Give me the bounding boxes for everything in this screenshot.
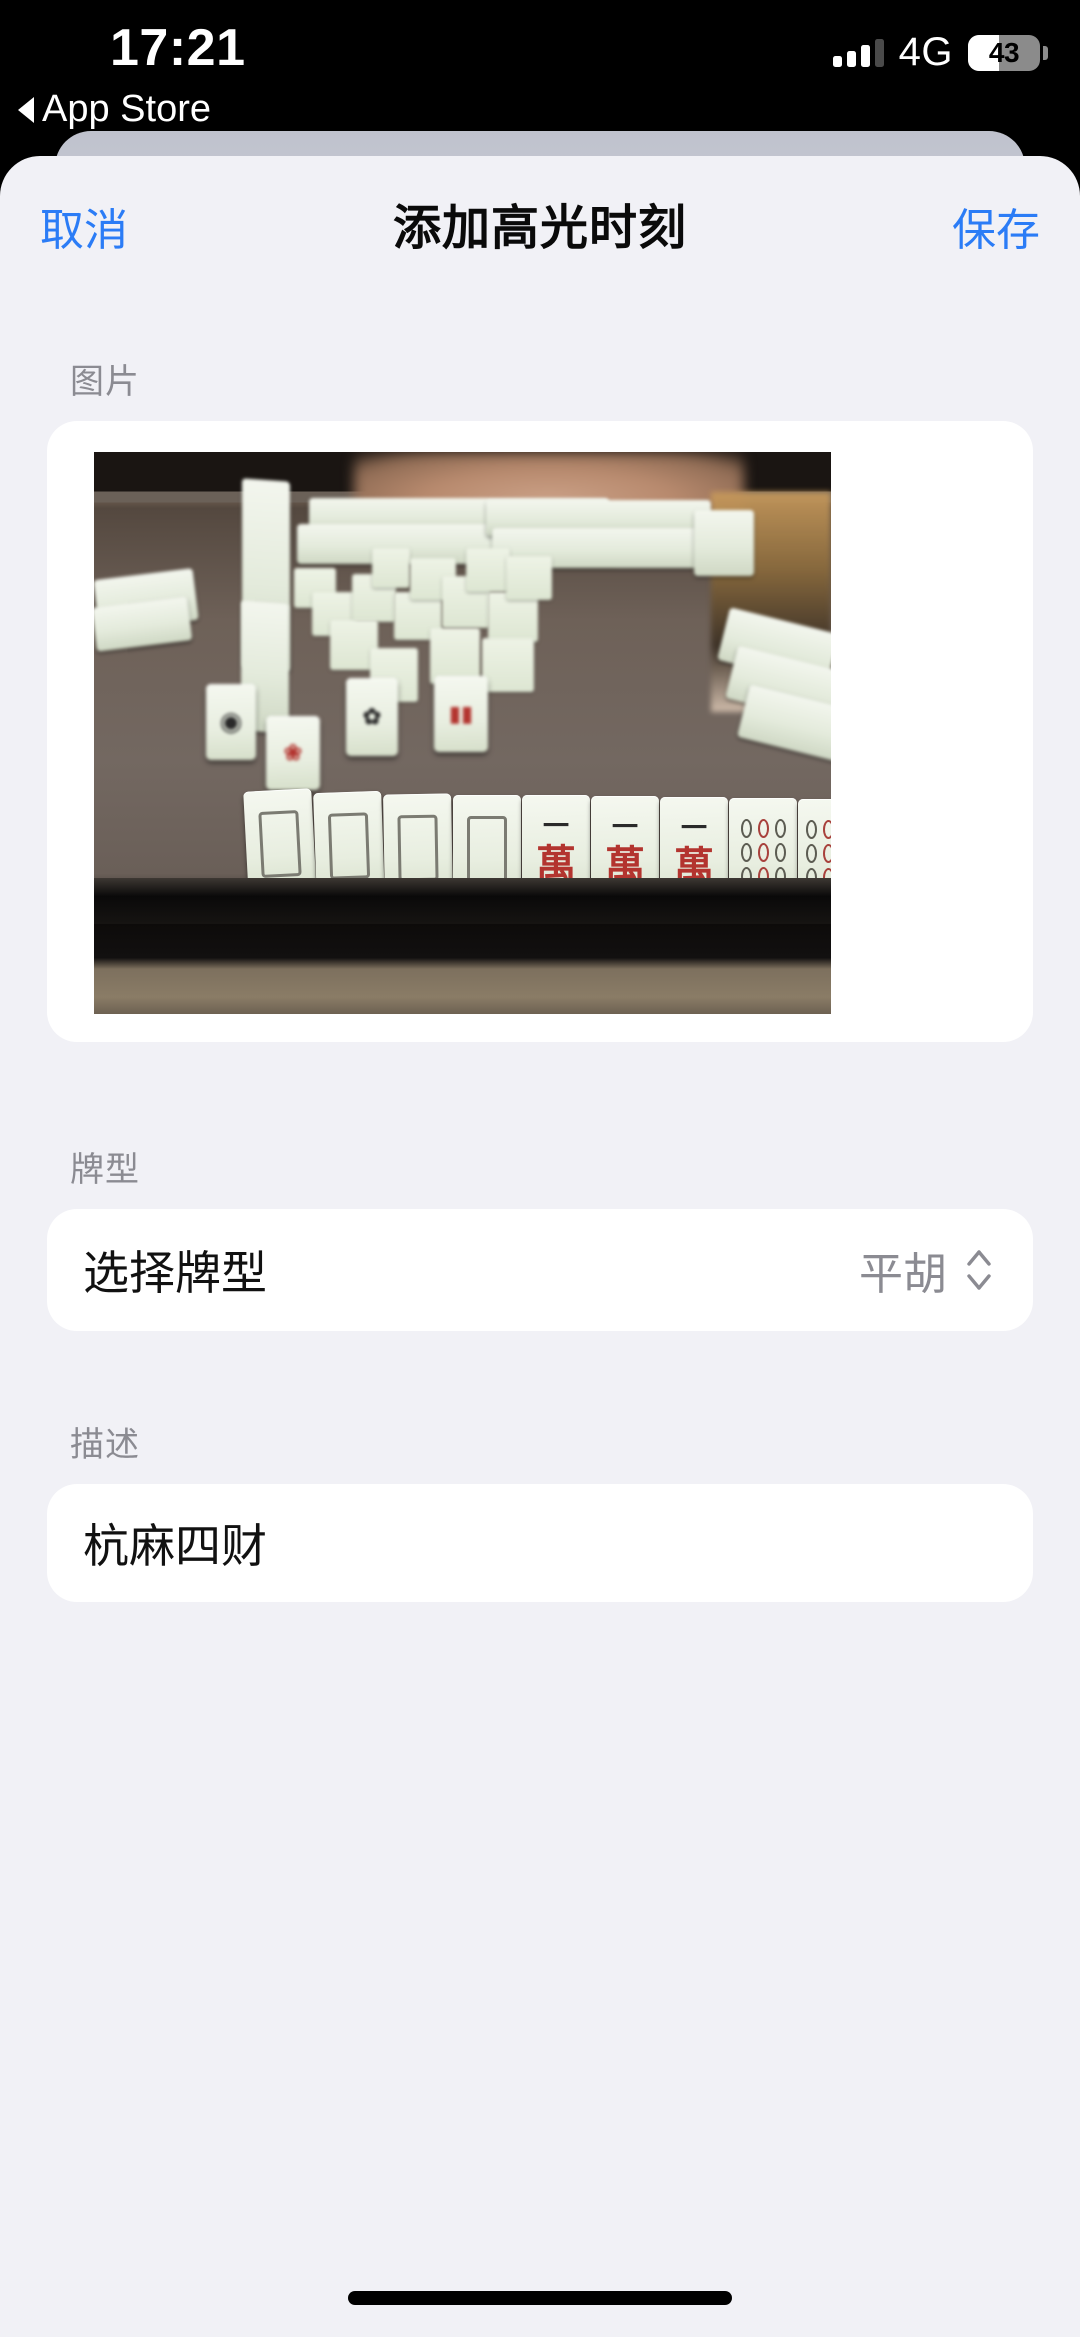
back-link-label: App Store	[42, 88, 211, 130]
chevron-up-down-icon	[967, 1250, 991, 1290]
cellular-signal-icon	[832, 38, 884, 67]
tile-type-picker-value-group[interactable]: 平胡	[859, 1238, 993, 1302]
battery-icon: 43	[968, 34, 1048, 71]
page-title: 添加高光时刻	[392, 202, 687, 255]
home-indicator[interactable]	[348, 2291, 732, 2305]
network-type-label: 4G	[898, 30, 953, 74]
status-bar-time: 17:21	[110, 19, 246, 77]
discard-tile	[506, 556, 552, 600]
tile-type-picker-label: 选择牌型	[83, 1247, 267, 1299]
image-card[interactable]: ◉ ❀ ✿ ▮▮ 一 萬 一 萬 一 萬	[47, 421, 1033, 1042]
photo-thumbnail[interactable]: ◉ ❀ ✿ ▮▮ 一 萬 一 萬 一 萬	[94, 452, 831, 1014]
description-field[interactable]: 杭麻四财	[47, 1484, 1033, 1602]
tile-wall-right-end	[694, 510, 754, 576]
standing-tile-dots: ◉	[206, 684, 256, 760]
tile-type-section: 牌型 选择牌型 平胡	[0, 1142, 1080, 1331]
navigation-bar: 取消 添加高光时刻 保存	[0, 156, 1080, 276]
discard-tile	[482, 638, 534, 692]
discard-tile	[372, 548, 410, 588]
status-bar-indicators: 4G 43	[832, 30, 1048, 75]
status-bar: 17:21 4G 43 App Store	[0, 0, 1080, 150]
standing-tile-center: ✿	[346, 678, 398, 756]
image-section-label: 图片	[70, 363, 140, 401]
tile-type-selected-value: 平胡	[859, 1250, 947, 1299]
add-highlight-sheet: 取消 添加高光时刻 保存 图片 ◉ ❀ ✿ ▮▮ 一 萬 一 萬 一 萬 牌型 …	[0, 156, 1080, 2337]
description-input-value[interactable]: 杭麻四财	[83, 1510, 267, 1576]
description-section: 描述 杭麻四财	[0, 1417, 1080, 1602]
discard-tile	[466, 548, 510, 592]
table-rail	[94, 878, 831, 924]
description-section-label: 描述	[70, 1426, 140, 1464]
image-section: 图片 ◉ ❀ ✿ ▮▮ 一 萬 一 萬 一 萬	[0, 354, 1080, 1042]
tile-type-picker[interactable]: 选择牌型 平胡	[47, 1209, 1033, 1331]
phone-screen: 17:21 4G 43 App Store 取消 添加高光时刻 保存 图片 ◉ …	[0, 0, 1080, 2337]
back-to-app-store-link[interactable]: App Store	[18, 88, 211, 131]
standing-tile-right: ▮▮	[434, 676, 488, 752]
tile-type-section-label: 牌型	[70, 1151, 140, 1189]
standing-tile-flower: ❀	[266, 716, 320, 790]
save-button[interactable]: 保存	[952, 194, 1040, 258]
mahjong-table-photo: ◉ ❀ ✿ ▮▮ 一 萬 一 萬 一 萬	[94, 452, 831, 1014]
back-arrow-icon	[18, 96, 34, 123]
battery-level-label: 43	[988, 36, 1020, 68]
